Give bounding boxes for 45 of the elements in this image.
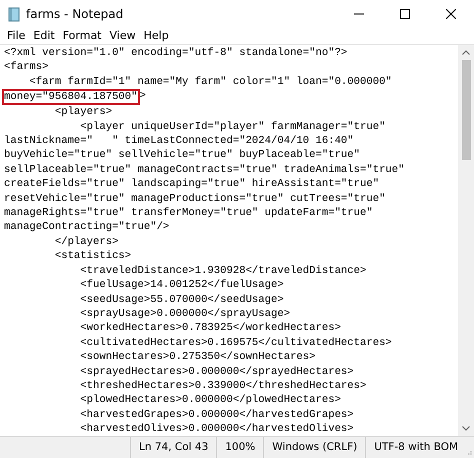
status-text: Windows (CRLF) bbox=[263, 437, 366, 458]
menu-item[interactable]: View bbox=[106, 28, 139, 44]
code-text: <harvestedOlives>0.000000</harvestedOlives> bbox=[79, 422, 354, 436]
code-text: createFields="true" landscaping="true" hireAssistant="true" bbox=[4, 177, 380, 192]
code-text: lastNickname=" " timeLastConnected="2024/04/10 16:40" bbox=[4, 134, 354, 148]
code-text: <players> bbox=[54, 105, 112, 120]
window-title: farms - Notepad bbox=[26, 6, 124, 23]
menu-item[interactable]: File bbox=[4, 28, 28, 44]
code-text: <statistics> bbox=[54, 249, 132, 264]
code-text: <sprayedHectares>0.000000</sprayedHectares> bbox=[79, 364, 354, 379]
maximize-icon bbox=[400, 9, 410, 19]
code-text: <traveledDistance>1.930928</traveledDistance> bbox=[79, 264, 366, 278]
code-text: <harvestedGrapes>0.000000</harvestedGrapes> bbox=[79, 408, 354, 422]
code-text: <threshedHectares>0.339000</threshedHectares> bbox=[79, 378, 366, 394]
code-text: <player uniqueUserId="player" farmManager="true" bbox=[79, 120, 386, 134]
code-text: sellPlaceable="true" manageContracts="true" tradeAnimals="true" bbox=[4, 162, 405, 178]
close-icon bbox=[446, 9, 456, 19]
status-text: UTF-8 with BOM bbox=[365, 437, 466, 458]
scrollbar-thumb[interactable] bbox=[462, 60, 470, 160]
notepad-icon bbox=[8, 6, 20, 22]
menu-item[interactable]: Format bbox=[60, 28, 104, 44]
code-text: resetVehicle="true" manageProductions="true" cutTrees="true" bbox=[4, 192, 386, 206]
status-text: 100% bbox=[216, 437, 264, 458]
code-text: <fuelUsage>14.001252</fuelUsage> bbox=[79, 278, 284, 292]
code-text: <cultivatedHectares>0.169575</cultivatedHectares> bbox=[79, 336, 392, 350]
code-text: <farms> bbox=[4, 60, 49, 75]
code-text: <sprayUsage>0.000000</sprayUsage> bbox=[79, 306, 290, 322]
code-text: </players> bbox=[54, 234, 118, 250]
code-text: <plowedHectares>0.000000</plowedHectares> bbox=[79, 393, 341, 408]
code-text: manageRights="true" transferMoney="true" updateFarm="true" bbox=[4, 206, 373, 220]
code-text: <sownHectares>0.275350</sownHectares> bbox=[79, 350, 316, 365]
menu-item[interactable]: Help bbox=[140, 28, 172, 44]
status-text: Ln 74, Col 43 bbox=[130, 437, 216, 458]
code-text: > bbox=[140, 89, 146, 104]
menu-item[interactable]: Edit bbox=[30, 28, 58, 44]
code-text: <farm farmId="1" name="My farm" color="1" loan="0.000000" bbox=[28, 74, 392, 90]
code-text: <seedUsage>55.070000</seedUsage> bbox=[79, 292, 284, 307]
scroll-up-icon[interactable] bbox=[462, 50, 470, 55]
code-text: <workedHectares>0.783925</workedHectares> bbox=[79, 321, 341, 336]
code-text: manageContracting="true"/> bbox=[4, 220, 170, 235]
highlighted-code-text: money="956804.187500" bbox=[2, 89, 140, 106]
scroll-down-icon[interactable] bbox=[462, 426, 470, 431]
code-text: buyVehicle="true" sellVehicle="true" buyPlaceable="true" bbox=[4, 148, 360, 163]
code-text: <?xml version="1.0" encoding="utf-8" standalone="no"?> bbox=[4, 46, 348, 60]
vertical-scrollbar[interactable] bbox=[458, 45, 474, 436]
